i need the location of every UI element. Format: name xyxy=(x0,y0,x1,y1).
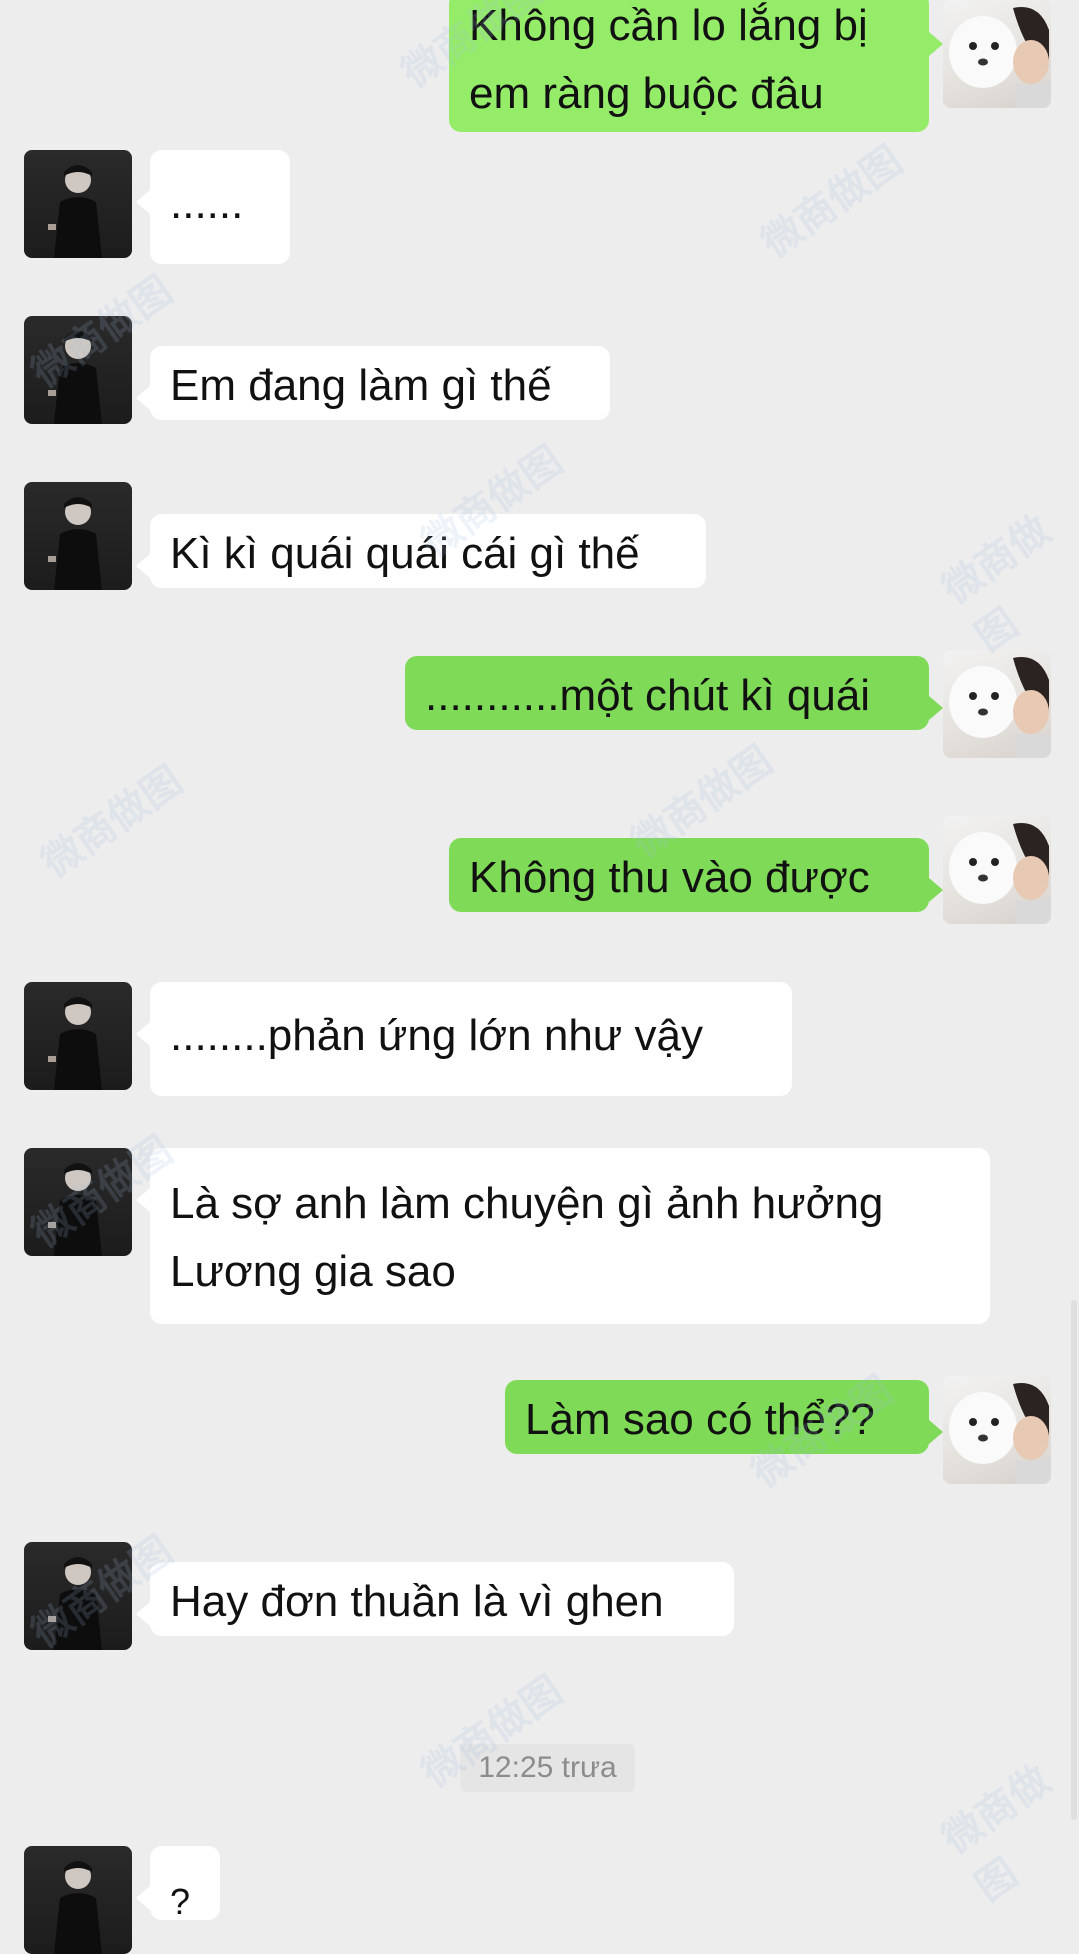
self-avatar[interactable] xyxy=(943,0,1051,108)
message-bubble-outgoing[interactable]: ...........một chút kì quái xyxy=(405,656,943,730)
message-text: Là sợ anh làm chuyện gì ảnh hưởng xyxy=(170,1179,884,1228)
message-text: em ràng buộc đâu xyxy=(469,69,824,118)
message-text: ...... xyxy=(170,179,244,228)
message-row: Không cần lo lắng bị em ràng buộc đâu xyxy=(0,0,1079,140)
message-bubble-incoming[interactable]: Em đang làm gì thế xyxy=(136,346,610,420)
message-bubble-incoming[interactable]: ? xyxy=(136,1846,220,1922)
scrollbar[interactable] xyxy=(1071,1300,1077,1820)
chat-thread[interactable]: Không cần lo lắng bị em ràng buộc đâu ..… xyxy=(0,0,1079,1954)
message-text: Em đang làm gì thế xyxy=(170,361,552,410)
message-row: Là sợ anh làm chuyện gì ảnh hưởng Lương … xyxy=(0,1148,1079,1324)
message-row: ...........một chút kì quái xyxy=(0,650,1079,766)
message-row: Hay đơn thuần là vì ghen xyxy=(0,1542,1079,1658)
message-bubble-outgoing[interactable]: Không thu vào được xyxy=(449,838,943,912)
message-text: ? xyxy=(170,1881,191,1922)
message-row: Không thu vào được xyxy=(0,816,1079,932)
message-text: Không cần lo lắng bị xyxy=(469,1,868,50)
message-text: Làm sao có thể?? xyxy=(525,1395,875,1444)
contact-avatar[interactable] xyxy=(24,482,132,590)
contact-avatar[interactable] xyxy=(24,982,132,1090)
message-row: Làm sao có thể?? xyxy=(0,1376,1079,1492)
contact-avatar[interactable] xyxy=(24,1846,132,1954)
timestamp-divider: 12:25 trưa xyxy=(460,1744,635,1792)
contact-avatar[interactable] xyxy=(24,1542,132,1650)
message-row: Kì kì quái quái cái gì thế xyxy=(0,482,1079,598)
message-row: ? xyxy=(0,1846,1079,1954)
self-avatar[interactable] xyxy=(943,650,1051,758)
message-text: ...........một chút kì quái xyxy=(425,671,871,720)
message-bubble-outgoing[interactable]: Làm sao có thể?? xyxy=(505,1380,943,1454)
contact-avatar[interactable] xyxy=(24,316,132,424)
message-bubble-outgoing[interactable]: Không cần lo lắng bị em ràng buộc đâu xyxy=(449,0,943,132)
message-bubble-incoming[interactable]: ...... xyxy=(136,150,290,264)
message-text: Hay đơn thuần là vì ghen xyxy=(170,1577,664,1626)
message-bubble-incoming[interactable]: Là sợ anh làm chuyện gì ảnh hưởng Lương … xyxy=(136,1148,990,1324)
message-row: ...... xyxy=(0,150,1079,266)
self-avatar[interactable] xyxy=(943,1376,1051,1484)
message-text: Lương gia sao xyxy=(170,1247,456,1296)
message-text: Không thu vào được xyxy=(469,853,870,902)
message-row: Em đang làm gì thế xyxy=(0,316,1079,432)
message-row: ........phản ứng lớn như vậy xyxy=(0,982,1079,1098)
message-bubble-incoming[interactable]: ........phản ứng lớn như vậy xyxy=(136,982,792,1096)
message-bubble-incoming[interactable]: Hay đơn thuần là vì ghen xyxy=(136,1562,734,1636)
self-avatar[interactable] xyxy=(943,816,1051,924)
contact-avatar[interactable] xyxy=(24,150,132,258)
contact-avatar[interactable] xyxy=(24,1148,132,1256)
message-bubble-incoming[interactable]: Kì kì quái quái cái gì thế xyxy=(136,514,706,588)
message-text: Kì kì quái quái cái gì thế xyxy=(170,529,640,578)
message-text: ........phản ứng lớn như vậy xyxy=(170,1011,703,1060)
